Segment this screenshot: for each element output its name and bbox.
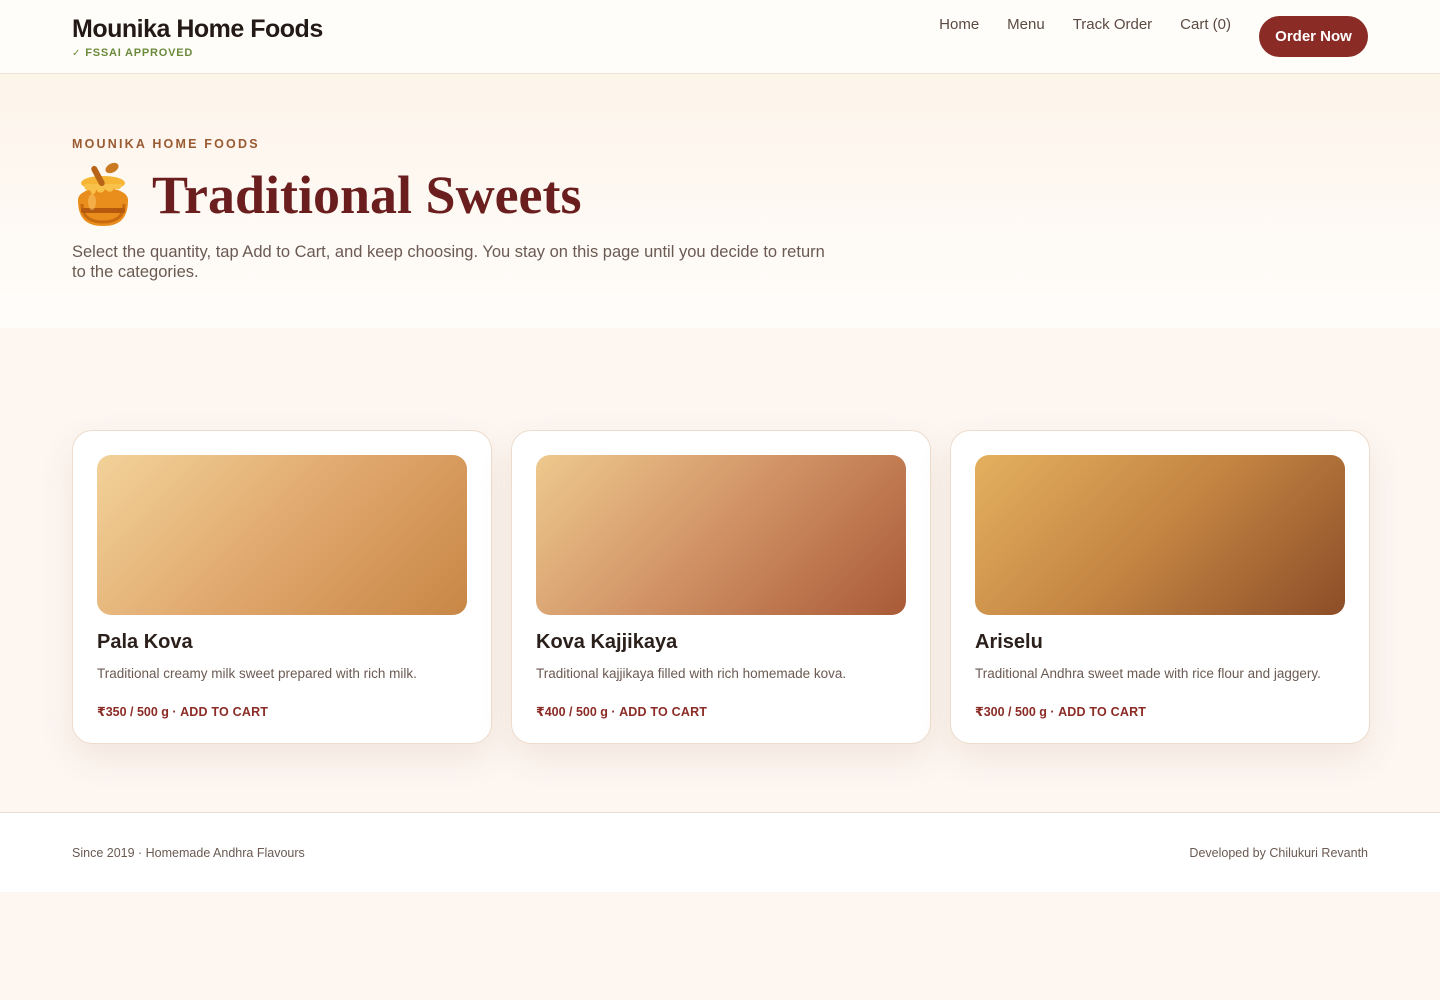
product-description: Traditional kajjikaya filled with rich h…: [536, 666, 847, 681]
check-icon: ✓: [72, 47, 82, 59]
site-header: Mounika Home Foods ✓ FSSAI APPROVED Home…: [0, 0, 1440, 74]
product-price: ₹400 / 500 g: [536, 705, 608, 719]
hero-section: MOUNIKA HOME FOODS Traditional Sweets Se…: [0, 74, 1440, 328]
order-now-button[interactable]: Order Now: [1259, 16, 1368, 57]
hero-title-row: Traditional Sweets: [72, 162, 582, 228]
fssai-badge: ✓ FSSAI APPROVED: [72, 47, 323, 59]
add-to-cart-button[interactable]: ₹400 / 500 g · ADD TO CART: [536, 704, 707, 719]
product-description: Traditional Andhra sweet made with rice …: [975, 666, 1321, 681]
hero-description: Select the quantity, tap Add to Cart, an…: [72, 243, 825, 281]
product-image[interactable]: [536, 455, 906, 615]
add-to-cart-button[interactable]: ₹300 / 500 g · ADD TO CART: [975, 704, 1146, 719]
page-title: Traditional Sweets: [152, 165, 582, 225]
footer-tagline: Since 2019 · Homemade Andhra Flavours: [72, 846, 305, 860]
product-name: Ariselu: [975, 631, 1043, 653]
product-card-kova-kajjikaya[interactable]: Kova Kajjikaya Traditional kajjikaya fil…: [511, 430, 931, 744]
product-name: Kova Kajjikaya: [536, 631, 678, 653]
product-price: ₹350 / 500 g: [97, 705, 169, 719]
main-nav: Home Menu Track Order Cart (0) Order Now: [939, 16, 1368, 57]
add-to-cart-button[interactable]: ₹350 / 500 g · ADD TO CART: [97, 704, 268, 719]
product-name: Pala Kova: [97, 631, 193, 653]
nav-cart[interactable]: Cart (0): [1180, 16, 1231, 33]
site-footer: Since 2019 · Homemade Andhra Flavours De…: [0, 812, 1440, 892]
nav-track-order[interactable]: Track Order: [1073, 16, 1152, 33]
hero-eyebrow: MOUNIKA HOME FOODS: [72, 137, 260, 151]
product-image[interactable]: [975, 455, 1345, 615]
honey-pot-icon: [78, 162, 128, 226]
brand-name: Mounika Home Foods: [72, 15, 323, 43]
product-card-ariselu[interactable]: Ariselu Traditional Andhra sweet made wi…: [950, 430, 1370, 744]
product-image[interactable]: [97, 455, 467, 615]
add-to-cart-label: ADD TO CART: [619, 705, 708, 719]
product-price: ₹300 / 500 g: [975, 705, 1047, 719]
add-to-cart-label: ADD TO CART: [1058, 705, 1147, 719]
footer-credit: Developed by Chilukuri Revanth: [1189, 846, 1368, 860]
add-to-cart-label: ADD TO CART: [180, 705, 269, 719]
nav-home[interactable]: Home: [939, 16, 979, 33]
product-description: Traditional creamy milk sweet prepared w…: [97, 666, 417, 681]
product-card-pala-kova[interactable]: Pala Kova Traditional creamy milk sweet …: [72, 430, 492, 744]
nav-menu[interactable]: Menu: [1007, 16, 1045, 33]
fssai-badge-label: FSSAI APPROVED: [85, 47, 194, 59]
brand[interactable]: Mounika Home Foods ✓ FSSAI APPROVED: [72, 14, 323, 59]
product-grid: Pala Kova Traditional creamy milk sweet …: [72, 430, 1370, 744]
